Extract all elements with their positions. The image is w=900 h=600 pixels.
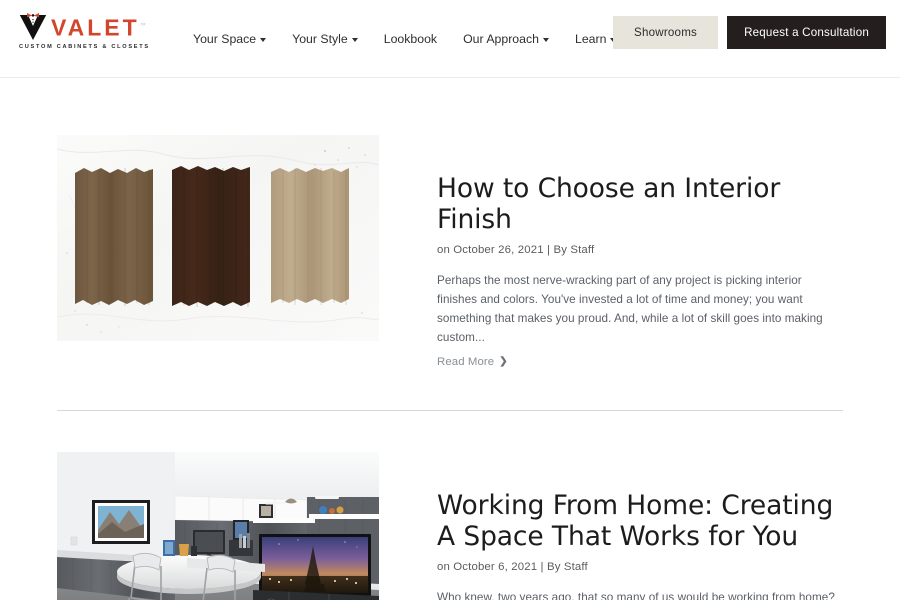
post-title: How to Choose an Interior Finish	[437, 173, 843, 235]
logo-tagline: CUSTOM CABINETS & CLOSETS	[19, 44, 150, 50]
post-thumbnail-interior-finish	[57, 135, 379, 341]
post-thumbnail-link[interactable]	[57, 451, 379, 600]
showrooms-button[interactable]: Showrooms	[613, 16, 719, 49]
post-divider	[57, 409, 843, 411]
post-item: How to Choose an Interior Finish on Octo…	[57, 135, 843, 370]
post-excerpt: Perhaps the most nerve-wracking part of …	[437, 274, 823, 344]
blog-listing: How to Choose an Interior Finish on Octo…	[0, 78, 900, 600]
post-title-link[interactable]: How to Choose an Interior Finish	[437, 173, 780, 235]
nav-item-your-style[interactable]: Your Style	[279, 26, 371, 52]
read-more-label: Read More	[437, 355, 495, 368]
nav-item-label: Learn	[574, 32, 607, 46]
chevron-down-icon	[542, 38, 549, 42]
post-meta: on October 6, 2021 | By Staff	[437, 560, 588, 573]
nav-item-our-approach[interactable]: Our Approach	[450, 26, 562, 52]
header-actions: Showrooms Request a Consultation	[613, 16, 886, 49]
read-more-link[interactable]: Read More ❯	[437, 356, 508, 368]
post-item: Working From Home: Creating A Space That…	[57, 451, 843, 600]
post-title: Working From Home: Creating A Space That…	[437, 490, 843, 552]
nav-item-label: Our Approach	[463, 32, 539, 46]
valet-tuxedo-v-icon	[18, 11, 48, 41]
chevron-right-icon: ❯	[499, 356, 508, 368]
site-header: VALET™ CUSTOM CABINETS & CLOSETS Your Sp…	[0, 0, 900, 78]
request-consultation-button[interactable]: Request a Consultation	[727, 16, 886, 49]
chevron-down-icon	[260, 38, 267, 42]
post-body: How to Choose an Interior Finish on Octo…	[379, 135, 843, 370]
post-title-link[interactable]: Working From Home: Creating A Space That…	[437, 490, 833, 552]
post-excerpt: Who knew, two years ago, that so many of…	[437, 590, 835, 600]
post-body: Working From Home: Creating A Space That…	[379, 452, 843, 600]
nav-item-label: Your Space	[193, 32, 257, 46]
post-list: How to Choose an Interior Finish on Octo…	[57, 135, 843, 600]
nav-item-label: Your Style	[292, 32, 348, 46]
post-thumbnail-home-office	[57, 451, 379, 600]
nav-item-lookbook[interactable]: Lookbook	[371, 26, 450, 52]
nav-item-your-space[interactable]: Your Space	[180, 26, 279, 52]
post-thumbnail-link[interactable]	[57, 135, 379, 341]
post-meta: on October 26, 2021 | By Staff	[437, 244, 595, 256]
site-logo[interactable]: VALET™ CUSTOM CABINETS & CLOSETS	[18, 11, 150, 57]
logo-trademark: ™	[139, 23, 146, 29]
logo-wordmark-text: VALET	[51, 14, 140, 41]
nav-item-label: Lookbook	[383, 32, 438, 46]
chevron-down-icon	[351, 38, 358, 42]
logo-row: VALET™	[18, 11, 146, 41]
logo-wordmark: VALET™	[51, 11, 146, 43]
